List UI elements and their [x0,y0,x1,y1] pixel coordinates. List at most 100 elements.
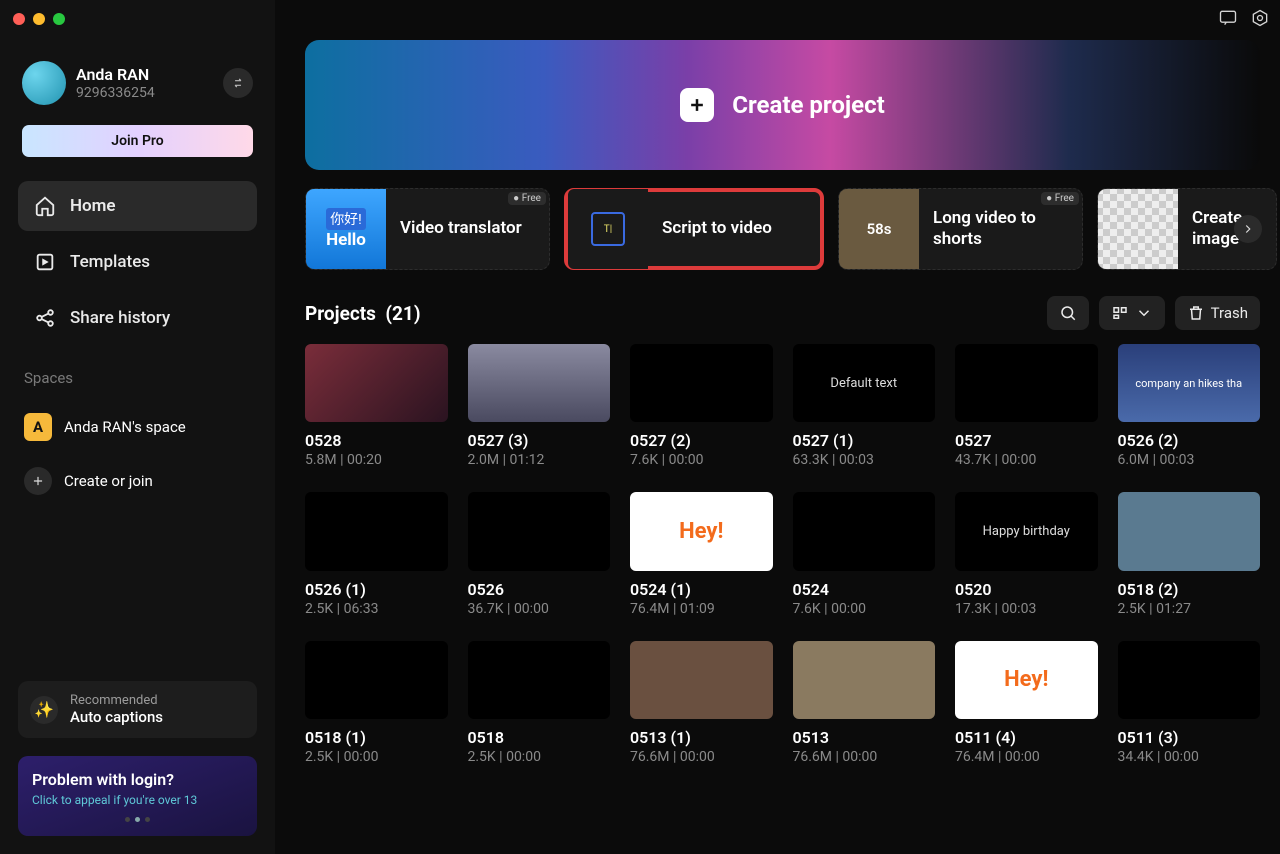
project-name: 0527 (2) [630,431,773,450]
minimize-window-icon[interactable] [33,13,45,25]
project-card[interactable]: 0527 (3) 2.0M | 01:12 [468,344,611,468]
project-meta: 76.4M | 00:00 [955,749,1098,765]
project-thumbnail: Default text [793,344,936,422]
recommended-label: Recommended [70,693,163,708]
project-meta: 76.6M | 00:00 [630,749,773,765]
project-card[interactable]: Happy birthday 0520 17.3K | 00:03 [955,492,1098,616]
maximize-window-icon[interactable] [53,13,65,25]
nav-home-label: Home [70,196,116,216]
switch-account-button[interactable] [223,68,253,98]
view-toggle-button[interactable] [1099,296,1165,330]
project-name: 0526 [468,580,611,599]
tool-label: Script to video [648,218,786,239]
project-meta: 17.3K | 00:03 [955,601,1098,617]
settings-icon[interactable] [1250,8,1270,32]
project-thumbnail: Happy birthday [955,492,1098,570]
project-thumbnail [630,641,773,719]
projects-title: Projects (21) [305,302,421,325]
sidebar-space-item[interactable]: A Anda RAN's space [18,403,257,451]
tool-cards-row: 你好! Hello Video translator ● Free T| Scr… [305,188,1260,270]
project-card[interactable]: 0527 (2) 7.6K | 00:00 [630,344,773,468]
recommended-card[interactable]: ✨ Recommended Auto captions [18,681,257,738]
project-thumbnail [305,641,448,719]
project-meta: 76.4M | 01:09 [630,601,773,617]
project-meta: 43.7K | 00:00 [955,452,1098,468]
login-help-card[interactable]: Problem with login? Click to appeal if y… [18,756,257,836]
project-card[interactable]: Hey! 0511 (4) 76.4M | 00:00 [955,641,1098,765]
project-thumbnail [955,344,1098,422]
project-card[interactable]: 0524 7.6K | 00:00 [793,492,936,616]
user-profile[interactable]: Anda RAN 9296336254 [18,55,257,111]
project-card[interactable]: company an hikes tha 0526 (2) 6.0M | 00:… [1118,344,1261,468]
project-meta: 6.0M | 00:03 [1118,452,1261,468]
project-card[interactable]: Hey! 0524 (1) 76.4M | 01:09 [630,492,773,616]
nav-share-history[interactable]: Share history [18,293,257,343]
create-project-button[interactable]: Create project [305,40,1260,170]
trash-button[interactable]: Trash [1175,296,1260,330]
main-content: Create project 你好! Hello Video translato… [275,0,1280,854]
free-tag: ● Free [1041,192,1079,205]
tools-next-button[interactable] [1234,215,1262,243]
project-card[interactable]: 0526 36.7K | 00:00 [468,492,611,616]
tool-thumb: 你好! Hello [306,189,386,269]
tool-thumb [1098,189,1178,269]
login-help-subtitle: Click to appeal if you're over 13 [32,793,243,809]
project-name: 0527 (3) [468,431,611,450]
project-name: 0518 [468,728,611,747]
tool-video-translator[interactable]: 你好! Hello Video translator ● Free [305,188,550,270]
nav-templates-label: Templates [70,252,150,272]
project-thumbnail [1118,641,1261,719]
project-thumbnail: company an hikes tha [1118,344,1261,422]
project-thumbnail: Hey! [955,641,1098,719]
project-meta: 2.5K | 00:00 [468,749,611,765]
project-card[interactable]: 0513 (1) 76.6M | 00:00 [630,641,773,765]
project-meta: 36.7K | 00:00 [468,601,611,617]
project-card[interactable]: 0518 2.5K | 00:00 [468,641,611,765]
projects-grid: 0528 5.8M | 00:20 0527 (3) 2.0M | 01:12 … [305,344,1260,765]
sidebar: Anda RAN 9296336254 Join Pro Home Templa… [0,0,275,854]
tool-label: Video translator [386,218,536,239]
space-name: Anda RAN's space [64,418,186,436]
project-meta: 2.5K | 01:27 [1118,601,1261,617]
project-meta: 76.6M | 00:00 [793,749,936,765]
user-id: 9296336254 [76,85,155,101]
project-name: 0520 [955,580,1098,599]
project-card[interactable]: 0528 5.8M | 00:20 [305,344,448,468]
nav-share-history-label: Share history [70,308,170,328]
project-name: 0527 (1) [793,431,936,450]
project-thumbnail [468,641,611,719]
close-window-icon[interactable] [13,13,25,25]
create-join-label: Create or join [64,472,153,490]
nav-home[interactable]: Home [18,181,257,231]
project-card[interactable]: 0527 43.7K | 00:00 [955,344,1098,468]
user-name: Anda RAN [76,65,155,84]
project-thumbnail: Hey! [630,492,773,570]
project-meta: 2.5K | 00:00 [305,749,448,765]
tool-thumb: T| [568,189,648,269]
project-card[interactable]: 0518 (2) 2.5K | 01:27 [1118,492,1261,616]
nav-templates[interactable]: Templates [18,237,257,287]
project-meta: 2.0M | 01:12 [468,452,611,468]
project-card[interactable]: 0518 (1) 2.5K | 00:00 [305,641,448,765]
project-card[interactable]: 0511 (3) 34.4K | 00:00 [1118,641,1261,765]
join-pro-button[interactable]: Join Pro [22,125,253,157]
project-card[interactable]: 0513 76.6M | 00:00 [793,641,936,765]
project-name: 0526 (1) [305,580,448,599]
carousel-dots [32,817,243,822]
space-badge: A [24,413,52,441]
project-name: 0511 (4) [955,728,1098,747]
search-button[interactable] [1047,296,1089,330]
project-thumbnail [630,344,773,422]
tool-label: Long video to shorts [919,208,1082,251]
project-thumbnail [793,641,936,719]
window-traffic-lights[interactable] [13,13,65,25]
project-meta: 2.5K | 06:33 [305,601,448,617]
tool-long-video-to-shorts[interactable]: 58s Long video to shorts ● Free [838,188,1083,270]
tool-script-to-video[interactable]: T| Script to video [564,188,824,270]
create-or-join-space[interactable]: Create or join [18,457,257,505]
project-thumbnail [793,492,936,570]
feedback-icon[interactable] [1218,8,1238,32]
project-card[interactable]: 0526 (1) 2.5K | 06:33 [305,492,448,616]
project-card[interactable]: Default text 0527 (1) 63.3K | 00:03 [793,344,936,468]
project-thumbnail [305,492,448,570]
